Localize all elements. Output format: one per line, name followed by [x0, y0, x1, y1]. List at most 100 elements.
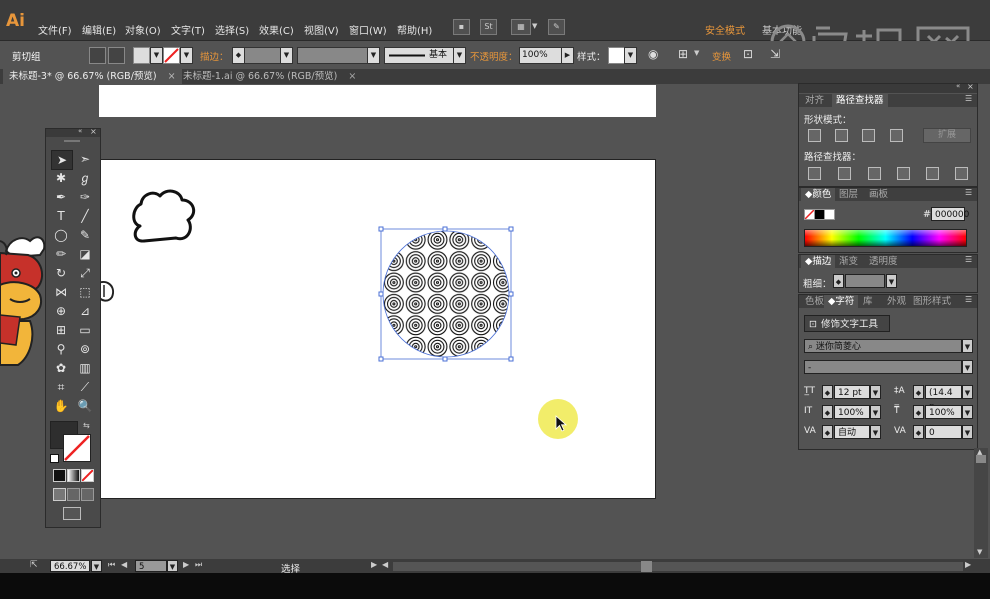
font-size-dropdown[interactable]: ▼ — [870, 385, 881, 399]
opacity-field[interactable]: 100% — [519, 47, 563, 64]
color-mode-icon[interactable] — [53, 469, 66, 482]
expand-button[interactable]: 扩展 — [923, 128, 971, 143]
collapse-icon[interactable]: « — [956, 82, 960, 90]
pencil-tool-icon[interactable]: ✏ — [51, 245, 71, 263]
tab-gradient[interactable]: 渐变 — [835, 255, 863, 268]
merge-icon[interactable] — [868, 167, 881, 180]
isolate-icon[interactable]: ⊡ — [743, 47, 753, 61]
horizontal-scale-field[interactable]: 100% — [925, 405, 962, 419]
slice-tool-icon[interactable]: ⟋ — [75, 378, 95, 396]
swap-fill-stroke-icon[interactable]: ⇆ — [83, 421, 90, 430]
crop-icon[interactable] — [897, 167, 910, 180]
eyedropper-tool-icon[interactable]: ⚲ — [51, 340, 71, 358]
status-menu-icon[interactable]: ▶ — [371, 560, 377, 569]
draw-inside-icon[interactable] — [81, 488, 94, 501]
tracking-field[interactable]: 0 — [925, 425, 962, 439]
tab-graphic-styles[interactable]: 图形样式 — [909, 295, 956, 308]
horizontal-scale-dropdown[interactable]: ▼ — [962, 405, 973, 419]
scroll-left-icon[interactable]: ◀ — [382, 560, 388, 569]
artboard-tool-icon[interactable]: ⌗ — [51, 378, 71, 396]
tab-align[interactable]: 对齐 — [801, 94, 829, 107]
opacity-dropdown[interactable]: ▶ — [561, 47, 574, 64]
column-graph-tool-icon[interactable]: ▥ — [75, 359, 95, 377]
line-tool-icon[interactable]: ╱ — [75, 207, 95, 225]
horizontal-scrollbar[interactable] — [393, 562, 963, 571]
artboard-dropdown[interactable]: ▼ — [167, 560, 178, 572]
tab-libraries[interactable]: 库 — [859, 295, 877, 308]
first-artboard-icon[interactable]: ⏮ — [108, 560, 115, 570]
chevron-down-icon[interactable]: ▼ — [694, 49, 699, 57]
magic-wand-tool-icon[interactable]: ✱ — [51, 169, 71, 187]
menu-help[interactable]: 帮助(H) — [397, 22, 432, 37]
font-style-field[interactable]: - — [804, 360, 962, 374]
stroke-weight-stepper[interactable]: ◆ — [833, 274, 844, 288]
kerning-dropdown[interactable]: ▼ — [870, 425, 881, 439]
panel-menu-icon[interactable]: ☰ — [965, 94, 972, 103]
ellipse-tool-icon[interactable]: ◯ — [51, 226, 71, 244]
menu-view[interactable]: 视图(V) — [304, 22, 339, 37]
trim-icon[interactable] — [838, 167, 851, 180]
menu-select[interactable]: 选择(S) — [215, 22, 249, 37]
zoom-field[interactable]: 66.67% — [50, 560, 90, 572]
kerning-field[interactable]: 自动 — [834, 425, 870, 439]
unite-icon[interactable] — [808, 129, 821, 142]
menu-effect[interactable]: 效果(C) — [259, 22, 294, 37]
scale-tool-icon[interactable]: ⤢ — [75, 264, 95, 282]
mesh-tool-icon[interactable]: ⊞ — [51, 321, 71, 339]
shape-builder-tool-icon[interactable]: ⊕ — [51, 302, 71, 320]
touch-type-tool-button[interactable]: ⊡ 修饰文字工具 — [804, 315, 890, 332]
stroke-swatch-icon[interactable] — [163, 47, 180, 64]
color-spectrum[interactable] — [804, 229, 967, 247]
recolor-artwork-icon[interactable]: ◉ — [648, 47, 658, 61]
scroll-right-icon[interactable]: ▶ — [965, 560, 971, 569]
last-artboard-icon[interactable]: ⏭ — [195, 560, 202, 570]
selection-tool-icon[interactable]: ➤ — [51, 150, 73, 170]
draw-behind-icon[interactable] — [67, 488, 80, 501]
curvature-tool-icon[interactable]: ✑ — [75, 188, 95, 206]
leading-stepper[interactable]: ◆ — [913, 385, 924, 399]
menu-object[interactable]: 对象(O) — [125, 22, 161, 37]
minus-front-icon[interactable] — [835, 129, 848, 142]
rotate-tool-icon[interactable]: ↻ — [51, 264, 71, 282]
symbol-sprayer-tool-icon[interactable]: ✿ — [51, 359, 71, 377]
stroke-color-swatch[interactable] — [63, 434, 91, 462]
collapse-icon[interactable]: « — [78, 127, 82, 135]
hand-tool-icon[interactable]: ✋ — [51, 397, 71, 415]
gradient-tool-icon[interactable]: ▭ — [75, 321, 95, 339]
width-tool-icon[interactable]: ⋈ — [51, 283, 71, 301]
none-mode-icon[interactable] — [81, 469, 94, 482]
tab-artboards[interactable]: 画板 — [865, 188, 893, 201]
bridge-icon[interactable]: ▪ — [453, 19, 470, 35]
scroll-thumb[interactable] — [976, 455, 986, 463]
leading-dropdown[interactable]: ▼ — [962, 385, 973, 399]
paintbrush-tool-icon[interactable]: ✎ — [75, 226, 95, 244]
vertical-scale-stepper[interactable]: ◆ — [822, 405, 833, 419]
align-to-icon[interactable]: ⊞ — [678, 47, 688, 61]
edit-clipping-path-icon[interactable] — [89, 47, 106, 64]
gradient-mode-icon[interactable] — [67, 469, 80, 482]
stroke-dropdown[interactable]: ▼ — [180, 47, 193, 64]
panel-menu-icon[interactable]: ☰ — [965, 188, 972, 197]
font-family-dropdown[interactable]: ▼ — [962, 339, 973, 353]
vertical-scale-field[interactable]: 100% — [834, 405, 870, 419]
close-icon[interactable]: × — [90, 127, 97, 136]
horizontal-scale-stepper[interactable]: ◆ — [913, 405, 924, 419]
fill-swatch-icon[interactable] — [133, 47, 150, 64]
menu-type[interactable]: 文字(T) — [171, 22, 205, 37]
blend-tool-icon[interactable]: ⊚ — [75, 340, 95, 358]
stroke-weight-field[interactable] — [845, 274, 885, 288]
intersect-icon[interactable] — [862, 129, 875, 142]
tab-untitled-1[interactable]: 未标题-1.ai @ 66.67% (RGB/预览) × — [177, 69, 362, 84]
vertical-scale-dropdown[interactable]: ▼ — [870, 405, 881, 419]
stroke-weight-dropdown[interactable]: ▼ — [886, 274, 897, 288]
artboard-number-field[interactable]: 5 — [135, 560, 167, 572]
graphic-style-dropdown[interactable]: ▼ — [624, 47, 637, 64]
brush-definition-field[interactable]: 基本 — [384, 47, 456, 64]
vertical-scrollbar[interactable] — [974, 448, 988, 558]
white-swatch-icon[interactable] — [824, 209, 835, 220]
close-icon[interactable]: × — [967, 82, 974, 91]
kerning-stepper[interactable]: ◆ — [822, 425, 833, 439]
minus-back-icon[interactable] — [955, 167, 968, 180]
graphic-style-swatch[interactable] — [608, 47, 625, 64]
direct-selection-tool-icon[interactable]: ➣ — [75, 150, 95, 168]
